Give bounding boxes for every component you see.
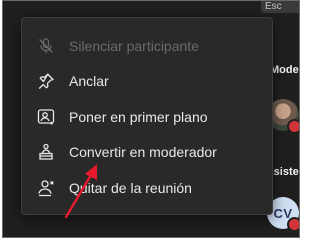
menu-item-label: Anclar bbox=[69, 73, 109, 90]
menu-item-remove-from-meeting[interactable]: Quitar de la reunión bbox=[22, 170, 272, 206]
spotlight-icon bbox=[36, 107, 56, 127]
menu-item-label: Poner en primer plano bbox=[69, 108, 208, 125]
remove-person-icon bbox=[36, 178, 56, 198]
menu-item-pin[interactable]: Anclar bbox=[22, 64, 272, 100]
panel-tab[interactable]: Esc bbox=[261, 1, 299, 13]
menu-item-make-presenter[interactable]: Convertir en moderador bbox=[22, 135, 272, 171]
presenter-icon bbox=[36, 142, 56, 162]
menu-item-mute-participant: Silenciar participante bbox=[22, 28, 272, 64]
status-busy-icon bbox=[287, 217, 299, 232]
participant-context-menu: Silenciar participante Anclar Poner en p… bbox=[21, 17, 273, 215]
menu-item-label: Quitar de la reunión bbox=[69, 179, 192, 196]
teams-window: Esc Moder Asister CV Silenciar participa… bbox=[2, 0, 300, 238]
menu-item-spotlight[interactable]: Poner en primer plano bbox=[22, 99, 272, 135]
mic-off-icon bbox=[36, 36, 56, 56]
moderators-section-label: Moder bbox=[270, 64, 300, 76]
status-busy-icon bbox=[287, 119, 299, 134]
menu-item-label: Silenciar participante bbox=[69, 37, 199, 54]
pin-icon bbox=[36, 71, 56, 91]
menu-item-label: Convertir en moderador bbox=[69, 144, 217, 161]
